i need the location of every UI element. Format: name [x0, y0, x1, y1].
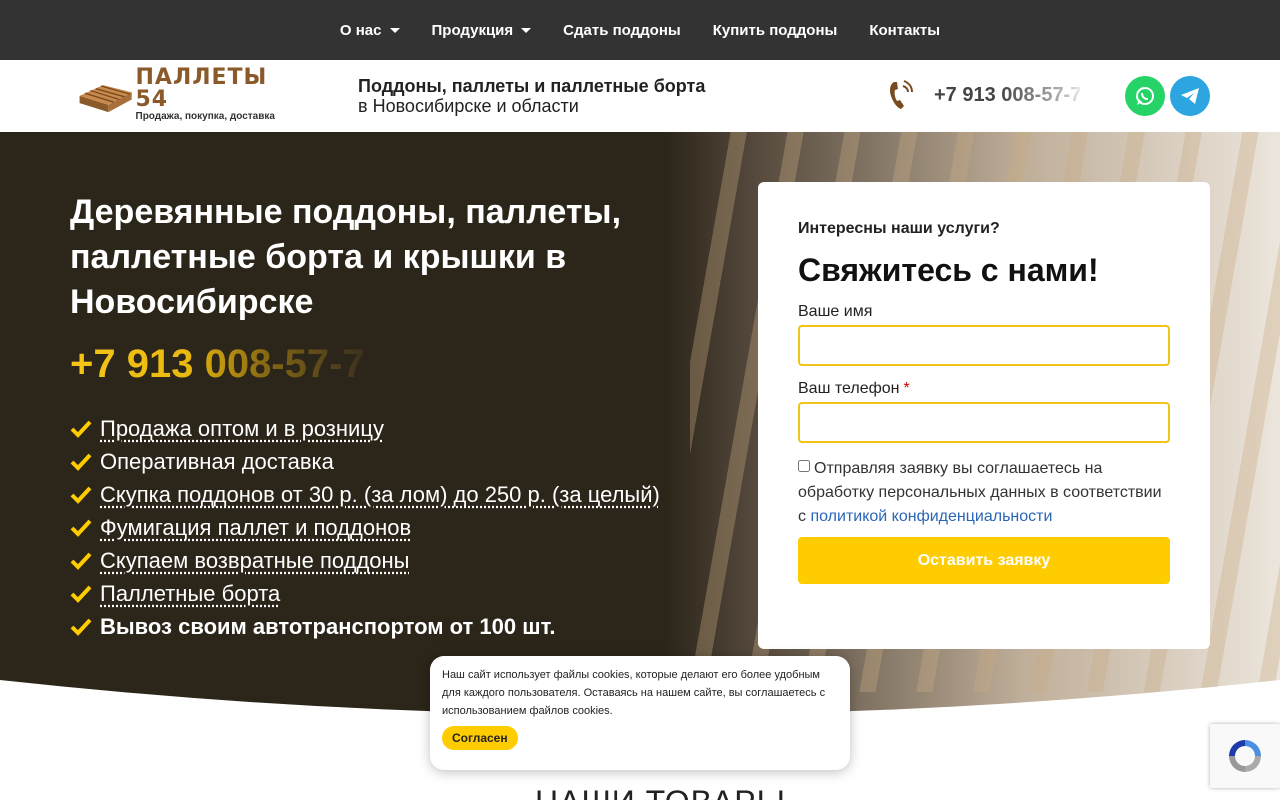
feature-item: Продажа оптом и в розницу	[70, 412, 660, 445]
cookie-banner: Наш сайт использует файлы cookies, котор…	[430, 656, 850, 770]
name-input[interactable]	[798, 325, 1170, 366]
hero-phone[interactable]: +7 913 008-57-7	[70, 342, 365, 387]
recaptcha-icon	[1229, 740, 1261, 772]
tagline-line-1: Поддоны, паллеты и паллетные борта	[358, 76, 706, 96]
feature-text-delivery: Оперативная доставка	[100, 448, 334, 474]
nav-item-label: Продукция	[431, 21, 514, 39]
nav-item-contacts[interactable]: Контакты	[869, 22, 940, 39]
recaptcha-badge[interactable]	[1210, 724, 1280, 788]
check-icon	[70, 420, 92, 438]
check-icon	[70, 519, 92, 537]
logo-title: ПАЛЛЕТЫ 54	[135, 65, 268, 112]
pallet-logo-icon	[79, 85, 132, 113]
nav-item-label: Контакты	[869, 21, 941, 39]
feature-item: Оперативная доставка	[70, 445, 660, 478]
logo-subtitle: Продажа, покупка, доставка	[135, 111, 275, 122]
site-header: ПАЛЛЕТЫ 54 Продажа, покупка, доставка По…	[0, 60, 1280, 132]
feature-text-pickup: Вывоз своим автотранспортом от 100 шт.	[100, 613, 556, 639]
nav-item-label: Купить поддоны	[712, 21, 838, 39]
logo[interactable]: ПАЛЛЕТЫ 54 Продажа, покупка, доставка	[76, 67, 291, 122]
header-tagline: Поддоны, паллеты и паллетные борта в Нов…	[358, 76, 705, 116]
feature-item: Скупка поддонов от 30 р. (за лом) до 250…	[70, 478, 660, 511]
check-icon	[70, 585, 92, 603]
feature-link-returnable[interactable]: Скупаем возвратные поддоны	[100, 548, 410, 574]
header-phone[interactable]: +7 913 008-57-7	[886, 78, 1081, 112]
check-icon	[70, 618, 92, 636]
required-mark: *	[903, 380, 910, 397]
nav-item-label: Сдать поддоны	[563, 21, 681, 39]
form-title: Свяжитесь с нами!	[798, 252, 1099, 288]
privacy-policy-link[interactable]: политикой конфиденциальности	[810, 508, 1052, 525]
caret-down-icon	[389, 27, 400, 33]
nav-item-products[interactable]: Продукция	[432, 22, 532, 39]
nav-item-buy-pallets[interactable]: Купить поддоны	[713, 22, 838, 39]
caret-down-icon	[521, 27, 532, 33]
hero-title: Деревянные поддоны, паллеты, паллетные б…	[70, 193, 622, 321]
nav-item-about[interactable]: О нас	[340, 22, 400, 39]
whatsapp-button[interactable]	[1125, 76, 1165, 116]
feature-link-collars[interactable]: Паллетные борта	[100, 581, 280, 607]
products-section-title: НАШИ ТОВАРЫ	[535, 784, 786, 800]
feature-link-fumigation[interactable]: Фумигация паллет и поддонов	[100, 515, 411, 541]
logo-text: ПАЛЛЕТЫ 54 Продажа, покупка, доставка	[136, 67, 292, 123]
feature-item: Паллетные борта	[70, 577, 660, 610]
telegram-button[interactable]	[1170, 76, 1210, 116]
cookie-accept-button[interactable]: Согласен	[442, 726, 518, 750]
whatsapp-icon	[1136, 87, 1154, 105]
feature-link-buyback[interactable]: Скупка поддонов от 30 р. (за лом) до 250…	[100, 482, 660, 508]
feature-link-wholesale[interactable]: Продажа оптом и в розницу	[100, 416, 384, 442]
phone-label: Ваш телефон *	[798, 380, 1170, 398]
feature-item: Скупаем возвратные поддоны	[70, 544, 660, 577]
contact-form-card: Интересны наши услуги? Свяжитесь с нами!…	[758, 182, 1210, 649]
features-list: Продажа оптом и в розницу Оперативная до…	[70, 412, 660, 643]
submit-button[interactable]: Оставить заявку	[798, 537, 1170, 584]
telegram-icon	[1181, 88, 1199, 104]
cookie-text: Наш сайт использует файлы cookies, котор…	[442, 669, 826, 717]
check-icon	[70, 486, 92, 504]
name-label-text: Ваше имя	[798, 303, 873, 320]
feature-item: Фумигация паллет и поддонов	[70, 511, 660, 544]
nav-item-label: О нас	[339, 21, 382, 39]
check-icon	[70, 453, 92, 471]
tagline-line-2: в Новосибирске и области	[358, 96, 579, 116]
phone-label-text: Ваш телефон	[798, 380, 900, 397]
top-nav: О нас Продукция Сдать поддоны Купить под…	[0, 0, 1280, 60]
form-subtitle: Интересны наши услуги?	[798, 220, 1000, 237]
name-label: Ваше имя	[798, 303, 1170, 321]
consent-block: Отправляя заявку вы соглашаетесь на обра…	[798, 457, 1170, 529]
phone-input[interactable]	[798, 402, 1170, 443]
check-icon	[70, 552, 92, 570]
header-phone-number[interactable]: +7 913 008-57-7	[934, 84, 1081, 107]
feature-item: Вывоз своим автотранспортом от 100 шт.	[70, 610, 660, 643]
consent-checkbox[interactable]	[798, 460, 810, 472]
phone-icon	[890, 80, 913, 109]
nav-item-sell-pallets[interactable]: Сдать поддоны	[563, 22, 681, 39]
